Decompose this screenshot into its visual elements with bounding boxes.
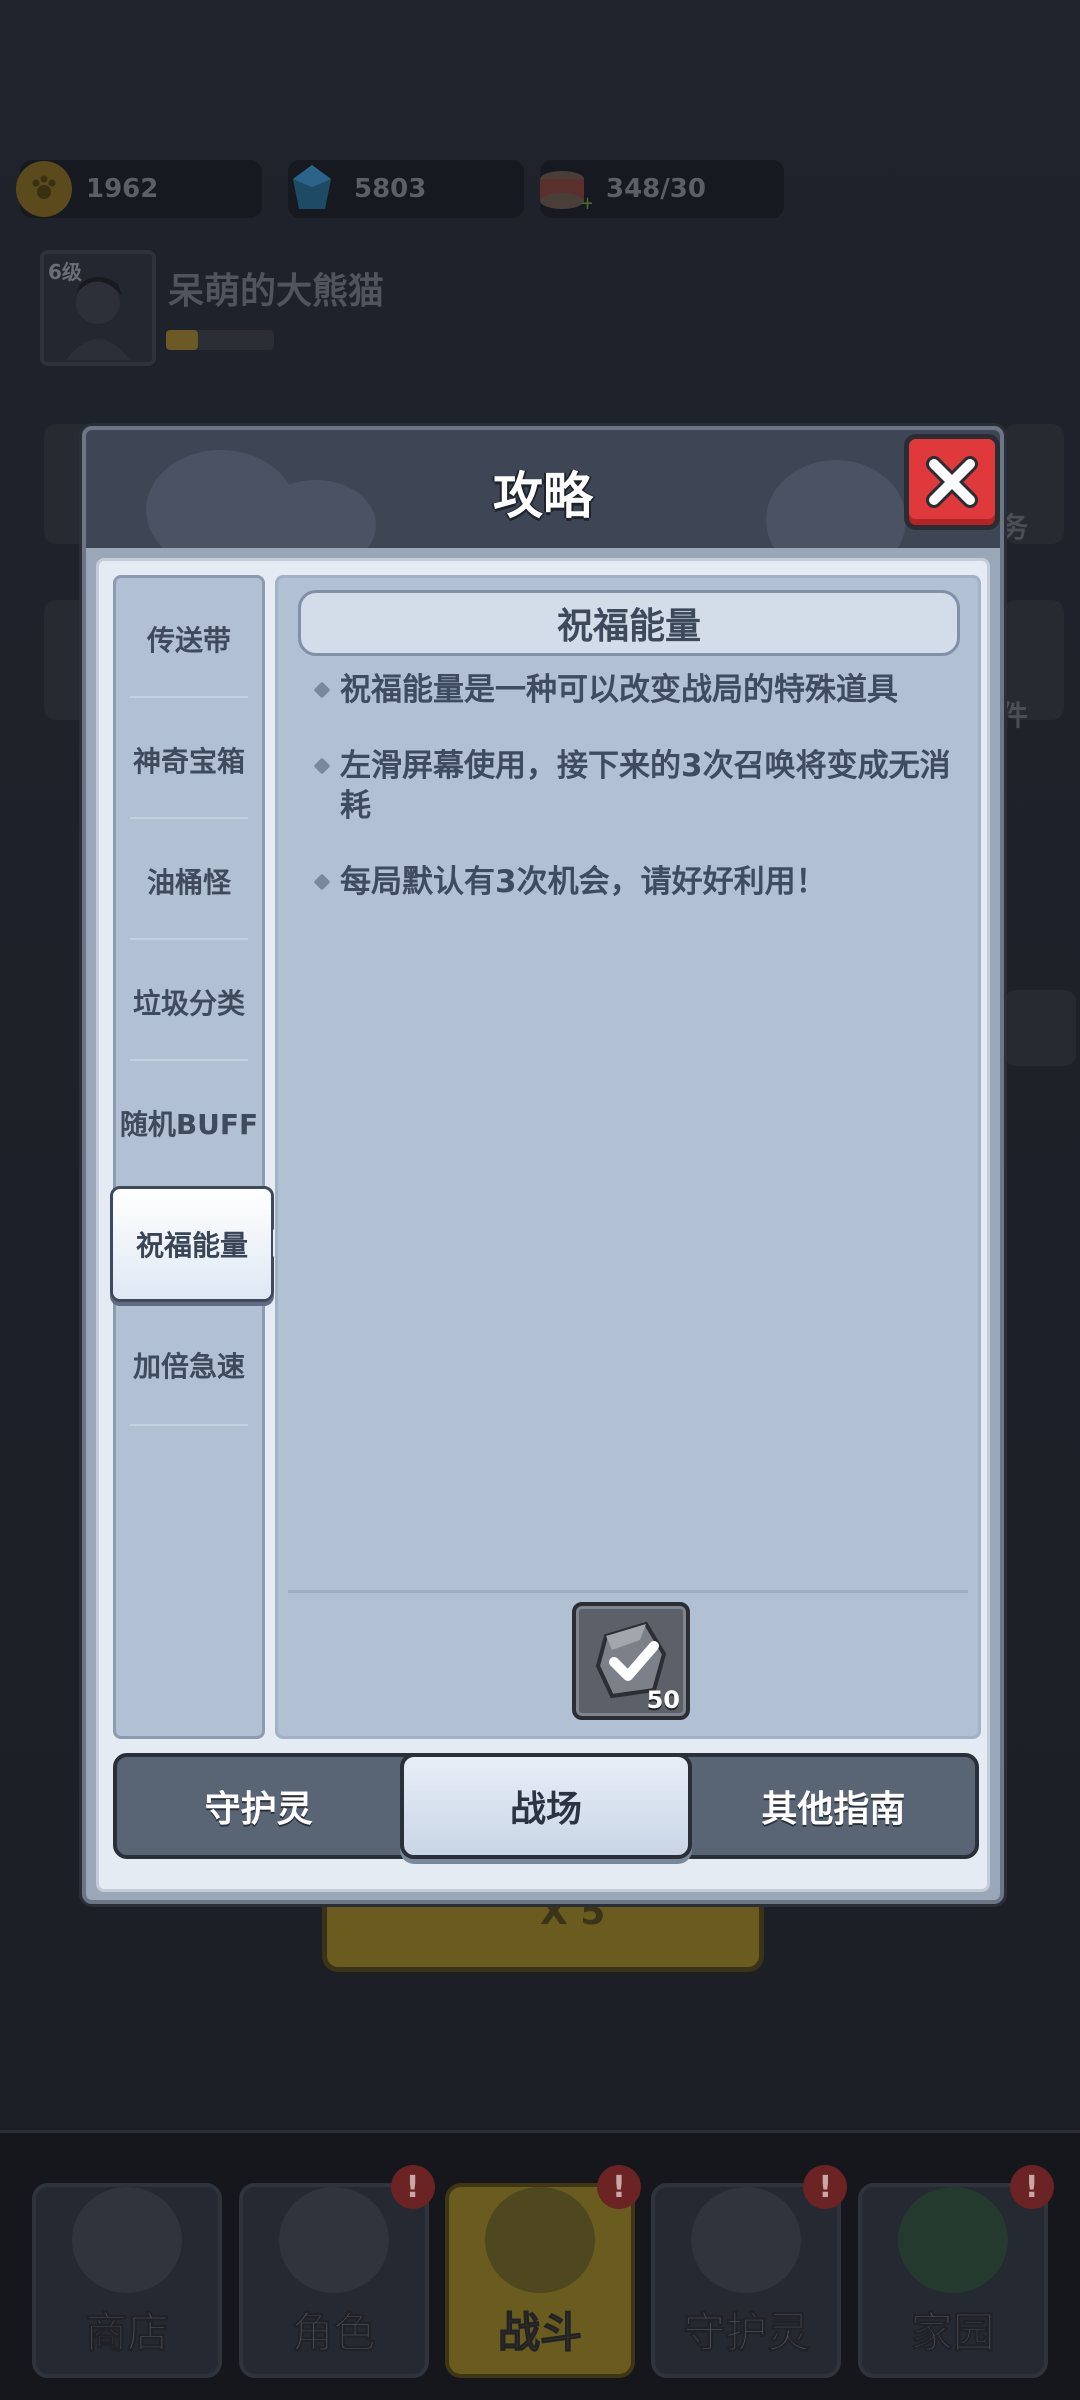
blue-gem-icon: [284, 161, 340, 217]
bg-side-label-1: 务: [1000, 511, 1029, 544]
topic-content-title: 祝福能量: [298, 590, 960, 656]
gem-resource-bar: 5803: [288, 160, 524, 218]
topic-label: 祝福能量: [135, 1229, 248, 1262]
topic-divider: [130, 1424, 248, 1426]
player-avatar: 6级: [40, 250, 156, 366]
nav-tab-shop[interactable]: 商店: [32, 2183, 223, 2378]
player-xp-bar: [166, 330, 274, 350]
avatar-portrait-icon: [66, 277, 130, 360]
topic-content-panel: 祝福能量 祝福能量是一种可以改变战局的特殊道具 左滑屏幕使用，接下来的3次召唤将…: [275, 575, 981, 1739]
topic-label: 传送带: [146, 623, 231, 657]
nav-label-shop: 商店: [85, 2308, 170, 2358]
globe-icon: [897, 2187, 1008, 2293]
alert-badge-icon: !: [1009, 2165, 1054, 2209]
item-slot[interactable]: 50: [572, 1602, 690, 1720]
nav-tab-guardian[interactable]: ! 守护灵: [651, 2165, 848, 2378]
tab-guardian-spirit[interactable]: 守护灵: [117, 1757, 400, 1855]
dialog-header: 攻略: [86, 430, 1000, 548]
topic-item-oil-barrel-monster[interactable]: 油桶怪: [116, 820, 262, 941]
topic-item-random-buff[interactable]: 随机BUFF: [116, 1062, 262, 1183]
description-line: 祝福能量是一种可以改变战局的特殊道具: [314, 670, 954, 710]
energy-resource-bar: + 348/30: [540, 160, 784, 218]
category-tabs: 守护灵 战场 其他指南: [113, 1753, 979, 1859]
close-button[interactable]: [904, 434, 1000, 530]
topic-label: 垃圾分类: [132, 986, 245, 1020]
crossed-guns-icon: [484, 2187, 595, 2293]
nav-tab-battle[interactable]: ! 战斗: [444, 2165, 641, 2378]
content-divider: [288, 1590, 968, 1593]
alert-badge-icon: !: [803, 2165, 848, 2209]
dialog-body: 传送带 神奇宝箱 油桶怪 垃圾分类 随机BUFF 祝福能量 加倍急速 祝福能量 …: [96, 558, 990, 1892]
topic-divider: [130, 1059, 248, 1061]
nav-label-home: 家园: [910, 2308, 995, 2358]
topic-item-blessing-energy[interactable]: 祝福能量: [110, 1186, 287, 1302]
topic-label: 加倍急速: [132, 1349, 245, 1383]
player-xp-fill: [166, 330, 199, 350]
bg-side-button-right-3: [1004, 990, 1076, 1066]
energy-can-icon: +: [536, 161, 592, 217]
nav-label-battle: 战斗: [497, 2308, 582, 2358]
gem-value: 5803: [354, 174, 427, 204]
tab-battlefield[interactable]: 战场: [400, 1753, 692, 1859]
description-line: 每局默认有3次机会，请好好利用！: [314, 862, 954, 902]
paw-coin-icon: [16, 161, 72, 217]
topic-item-conveyor[interactable]: 传送带: [116, 578, 262, 699]
topic-item-magic-chest[interactable]: 神奇宝箱: [116, 699, 262, 820]
description-line: 左滑屏幕使用，接下来的3次召唤将变成无消耗: [314, 746, 954, 826]
topic-label: 神奇宝箱: [132, 744, 245, 778]
topic-item-double-speed[interactable]: 加倍急速: [116, 1304, 262, 1425]
bottom-navigation: 商店 ! 角色 ! 战斗 ! 守护灵 ! 家园: [0, 2130, 1080, 2400]
player-name: 呆萌的大熊猫: [168, 271, 385, 312]
strategy-dialog: 攻略 传送带 神奇宝箱 油桶怪 垃圾分类 随机BUFF 祝福能量 加倍急速 祝福…: [82, 426, 1004, 1904]
energy-value: 348/30: [606, 174, 706, 204]
topic-label: 油桶怪: [146, 865, 231, 899]
topic-label: 随机BUFF: [119, 1107, 259, 1141]
fox-spirit-icon: [691, 2187, 802, 2293]
shop-icon: [72, 2187, 183, 2293]
close-icon: [926, 456, 978, 508]
dialog-title: 攻略: [493, 467, 593, 525]
nav-label-guardian: 守护灵: [683, 2308, 810, 2358]
coin-value: 1962: [86, 174, 159, 204]
coin-resource-bar: 1962: [16, 160, 262, 218]
alert-badge-icon: !: [596, 2165, 641, 2209]
nav-tab-character[interactable]: ! 角色: [238, 2165, 435, 2378]
tab-other-guides[interactable]: 其他指南: [692, 1757, 975, 1855]
svg-text:+: +: [580, 193, 592, 211]
nav-tab-home[interactable]: ! 家园: [857, 2165, 1054, 2378]
nav-label-character: 角色: [291, 2308, 376, 2358]
item-count: 50: [646, 1686, 680, 1714]
topic-item-garbage-sorting[interactable]: 垃圾分类: [116, 941, 262, 1062]
topic-divider: [130, 817, 248, 819]
topic-divider: [130, 938, 248, 940]
topic-description: 祝福能量是一种可以改变战局的特殊道具 左滑屏幕使用，接下来的3次召唤将变成无消耗…: [314, 670, 954, 938]
topic-list: 传送带 神奇宝箱 油桶怪 垃圾分类 随机BUFF 祝福能量 加倍急速: [110, 575, 287, 1739]
bg-side-label-2: 件: [1000, 699, 1029, 732]
topic-divider: [130, 696, 248, 698]
alert-badge-icon: !: [390, 2165, 435, 2209]
character-icon: [278, 2187, 389, 2293]
